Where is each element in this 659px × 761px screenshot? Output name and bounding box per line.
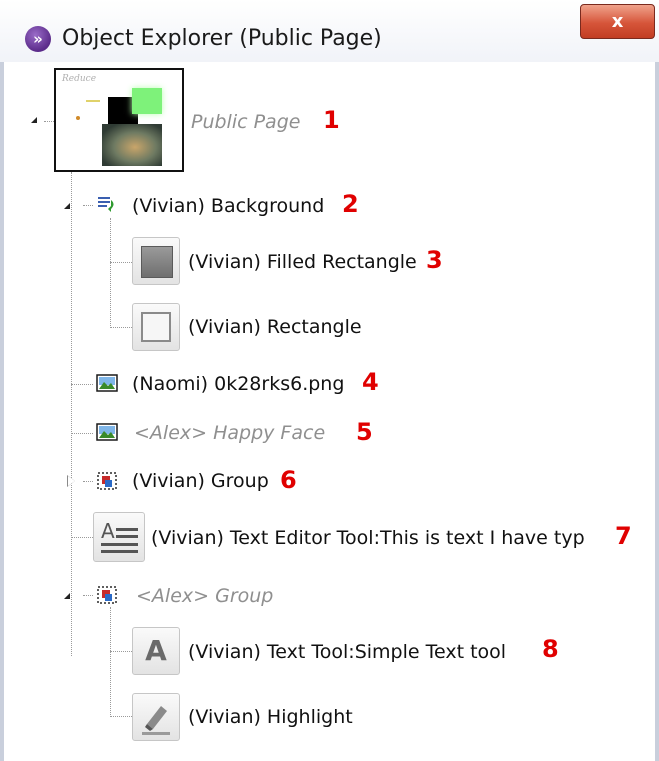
annotation-1: 1: [323, 106, 340, 134]
text-tool-tile: A: [132, 627, 180, 675]
tree-node-label: (Vivian) Text Editor Tool:This is text I…: [151, 527, 585, 549]
tree-node-label: (Vivian) Text Tool:Simple Text tool: [188, 641, 507, 663]
image-icon: [96, 423, 118, 441]
tree-node-label: <Alex> Happy Face: [134, 422, 326, 444]
tree-connector: [110, 716, 132, 717]
annotation-4: 4: [362, 368, 379, 396]
tree-node-label: (Vivian) Highlight: [188, 706, 353, 728]
tree-node-label: (Naomi) 0k28rks6.png: [132, 373, 345, 395]
title-bar[interactable]: » Object Explorer (Public Page) x: [0, 0, 659, 62]
annotation-7: 7: [615, 522, 632, 550]
image-icon: [96, 374, 118, 392]
tree-connector: [71, 384, 93, 385]
annotation-8: 8: [542, 635, 559, 663]
page-thumbnail: Reduce: [54, 68, 184, 172]
layer-arrow-icon: [98, 197, 114, 212]
app-chevron-icon: »: [25, 26, 51, 52]
group-icon: [97, 586, 117, 604]
tree-connector: [71, 537, 93, 538]
text-editor-icon: A: [101, 519, 138, 553]
highlighter-tile: [132, 693, 180, 741]
annotation-5: 5: [356, 418, 373, 446]
window-frame-right: [655, 62, 659, 761]
annotation-6: 6: [280, 466, 297, 494]
rectangle-icon: [141, 312, 171, 342]
annotation-3: 3: [426, 246, 443, 274]
filled-rectangle-icon: [141, 246, 173, 278]
close-icon: x: [611, 11, 624, 32]
tree-connector: [110, 651, 132, 652]
tree-node-label: Public Page: [191, 111, 301, 133]
tree-connector: [110, 607, 111, 717]
tree-connector: [110, 262, 132, 263]
tree-connector: [110, 218, 111, 328]
expand-toggle[interactable]: [64, 593, 70, 599]
window-title: Object Explorer (Public Page): [62, 26, 382, 51]
tree-connector: [83, 481, 93, 482]
group-icon: [97, 472, 117, 490]
expand-toggle[interactable]: [31, 117, 37, 123]
close-button[interactable]: x: [580, 4, 655, 39]
svg-text:A: A: [101, 519, 115, 543]
filled-rectangle-tile: [132, 237, 180, 285]
collapse-toggle-inner: [68, 476, 75, 486]
text-tool-icon: A: [145, 634, 167, 667]
tree-node-label: (Vivian) Background: [132, 195, 325, 217]
tree-connector: [110, 327, 132, 328]
tree-node-label: (Vivian) Filled Rectangle: [188, 251, 417, 273]
tree-node-label: (Vivian) Rectangle: [188, 316, 362, 338]
text-editor-tile: A: [93, 512, 145, 562]
tree-connector: [71, 172, 72, 656]
tree-node-label: <Alex> Group: [136, 585, 274, 607]
tree-node-label: (Vivian) Group: [132, 470, 269, 492]
annotation-2: 2: [342, 190, 359, 218]
rectangle-tile: [132, 303, 180, 351]
tree-connector: [71, 433, 93, 434]
object-explorer-window: » Object Explorer (Public Page) x Reduce: [0, 0, 659, 761]
highlighter-icon: [142, 706, 170, 735]
tree-connector: [83, 595, 93, 596]
expand-toggle[interactable]: [64, 203, 70, 209]
thumbnail-label: Reduce: [62, 74, 97, 84]
tree-connector: [83, 205, 93, 206]
